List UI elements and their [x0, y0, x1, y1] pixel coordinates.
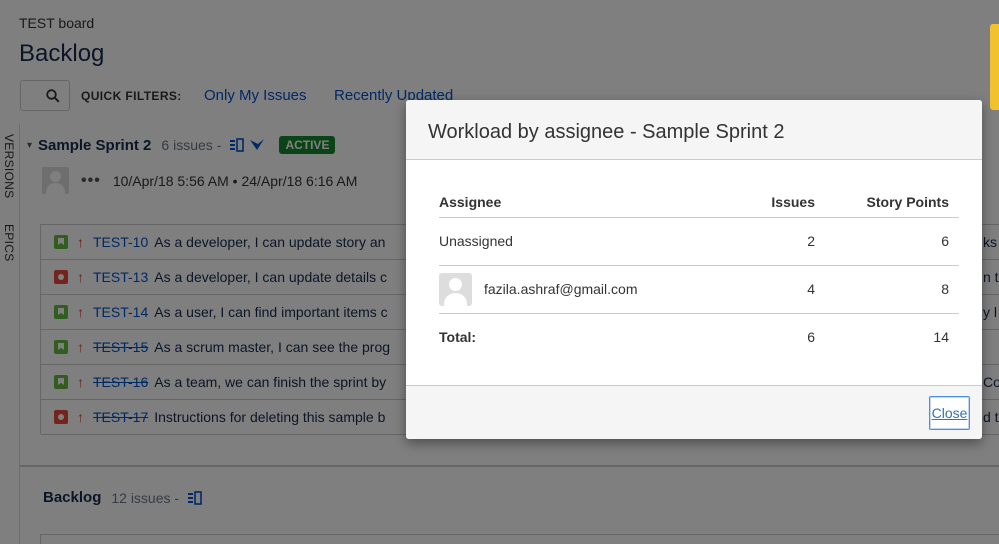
column-assignee: Assignee — [439, 187, 697, 218]
total-row: Total: 6 14 — [439, 313, 959, 361]
column-issues: Issues — [697, 187, 817, 218]
dialog-title: Workload by assignee - Sample Sprint 2 — [428, 121, 785, 143]
assignee-email: fazila.ashraf@gmail.com — [484, 281, 638, 297]
workload-dialog: Workload by assignee - Sample Sprint 2 A… — [406, 100, 982, 439]
total-points: 14 — [933, 329, 949, 346]
assignee-cell: Unassigned — [439, 217, 697, 266]
table-row: Unassigned 2 6 — [439, 217, 959, 266]
workload-table: Assignee Issues Story Points Unassigned … — [439, 187, 959, 361]
column-story-points: Story Points — [817, 187, 959, 218]
issues-cell: 4 — [697, 265, 817, 314]
total-issues: 6 — [807, 329, 815, 346]
points-cell: 8 — [817, 265, 959, 314]
points-cell: 6 — [817, 217, 959, 266]
dialog-header: Workload by assignee - Sample Sprint 2 — [406, 100, 982, 160]
feedback-tab[interactable] — [990, 24, 999, 110]
dialog-footer: Close — [406, 385, 982, 439]
close-button[interactable]: Close — [929, 396, 970, 430]
avatar — [439, 272, 472, 306]
table-row: fazila.ashraf@gmail.com 4 8 — [439, 265, 959, 314]
total-label: Total: — [439, 329, 477, 346]
table-header-row: Assignee Issues Story Points — [439, 187, 959, 218]
assignee-cell: fazila.ashraf@gmail.com — [439, 265, 697, 314]
issues-cell: 2 — [697, 217, 817, 266]
